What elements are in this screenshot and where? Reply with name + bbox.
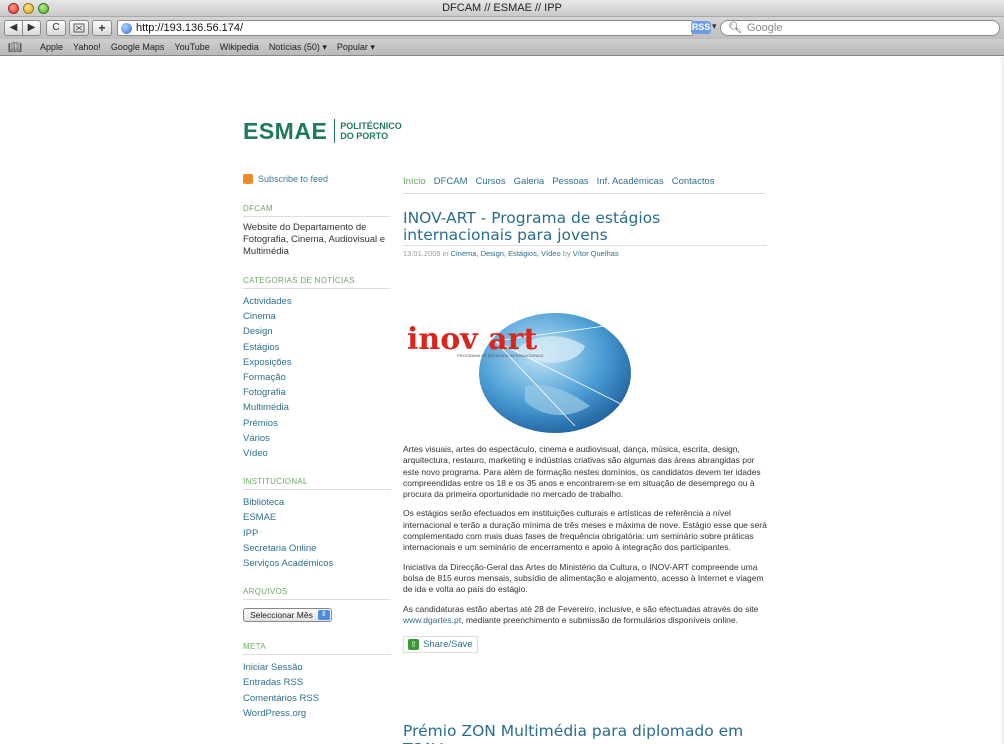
bookmark-item[interactable]: Google Maps [111,42,165,53]
post-paragraph-text: , mediante preenchimento e submissão de … [461,614,738,625]
site-logo[interactable]: ESMAE POLITÉCNICO DO PORTO [243,119,402,143]
nav-item-cursos[interactable]: Cursos [476,176,506,187]
post-paragraph: Artes visuais, artes do espectáculo, cin… [403,444,761,500]
category-link[interactable]: Vídeo [243,446,391,461]
window-title: DFCAM // ESMAE // IPP [442,2,562,14]
add-bookmark-button[interactable]: + [92,20,112,36]
archive-month-value: Seleccionar Mês [250,610,313,621]
category-link[interactable]: Fotografia [243,385,391,400]
select-arrows-icon: ⇕ [317,610,330,621]
rss-dropdown-icon[interactable]: ▾ [712,21,717,32]
bookmark-item[interactable]: Wikipedia [220,42,259,53]
post-paragraph: As candidaturas estão abertas até 28 de … [403,604,767,627]
sidebar: Subscribe to feed DFCAM Website do Depar… [243,174,391,737]
share-icon: ⇪ [408,639,419,651]
bookmark-item[interactable]: Apple [40,42,63,53]
bookmark-item[interactable]: YouTube [174,42,209,53]
nav-item-galeria[interactable]: Galeria [514,176,545,187]
categorias-list: Actividades Cinema Design Estágios Expos… [243,294,391,461]
post-paragraph: Iniciativa da Direcção-Geral das Artes d… [403,561,764,595]
bookmarks-book-icon[interactable]: 📖︎ [8,41,22,54]
category-link[interactable]: Exposições [243,355,391,370]
category-link[interactable]: Design [243,324,391,339]
subscribe-feed-link[interactable]: Subscribe to feed [243,174,391,184]
forward-button[interactable]: ▶ [22,20,41,36]
inov-art-image: inov art PROGRAMA DE ESTÁGIOS INTERNACIO… [407,313,631,433]
back-button[interactable]: ◀ [4,20,23,36]
sidebar-heading-meta: META [243,642,391,656]
search-placeholder: Google [747,22,783,34]
category-link[interactable]: Estágios [243,340,391,355]
address-bar[interactable]: http://193.136.56.174/ [117,20,693,36]
bookmark-item[interactable]: Notícias (50) ▾ [269,42,327,53]
post-paragraph-text: As candidaturas estão abertas até 28 de … [403,603,759,614]
post-meta: 13.01.2009 in Cinema, Design, Estágios, … [403,249,767,258]
category-link[interactable]: Actividades [243,294,391,309]
logo-sub-line2: DO PORTO [340,131,389,141]
search-field[interactable]: 🔍︎ Google [720,20,1000,36]
reload-button[interactable]: C [46,20,66,36]
institucional-link[interactable]: Secretaria Online [243,541,391,556]
bookmark-item[interactable]: Yahoo! [73,42,101,53]
institucional-link[interactable]: IPP [243,526,391,541]
post-body: Artes visuais, artes do espectáculo, cin… [403,444,767,654]
main-nav: Início DFCAM Cursos Galeria Pessoas Inf.… [403,176,765,194]
sidebar-heading-institucional: INSTITUCIONAL [243,477,391,491]
browser-toolbar: ◀ ▶ C + http://193.136.56.174/ RSS ▾ 🔍︎ … [0,17,1004,39]
share-save-button[interactable]: ⇪ Share/Save [403,636,478,654]
nav-item-inicio[interactable]: Início [403,176,426,187]
meta-link[interactable]: Entradas RSS [243,675,391,690]
category-link[interactable]: Formação [243,370,391,385]
snapback-button[interactable] [69,20,89,36]
logo-main-text: ESMAE [243,118,328,144]
bookmarks-list: Apple Yahoo! Google Maps YouTube Wikiped… [40,42,375,53]
institucional-link[interactable]: Serviços Académicos [243,556,391,571]
sidebar-heading-categorias: CATEGORIAS DE NOTÍCIAS [243,276,391,289]
rss-feed-icon [243,174,253,184]
inov-art-logo-text: inov art [407,322,537,357]
meta-link[interactable]: WordPress.org [243,706,391,721]
nav-item-dfcam[interactable]: DFCAM [434,176,468,187]
post-by: by [562,249,571,258]
archive-month-select[interactable]: Seleccionar Mês ⇕ [243,608,332,623]
post-date: 13.01.2009 in [403,249,449,258]
globe-icon [121,23,132,34]
nav-item-pessoas[interactable]: Pessoas [552,176,588,187]
snapback-icon [73,23,85,33]
logo-divider [334,119,336,143]
post-header: INOV-ART - Programa de estágios internac… [403,210,767,258]
institucional-list: Biblioteca ESMAE IPP Secretaria Online S… [243,495,391,571]
address-url: http://193.136.56.174/ [136,22,244,34]
subscribe-feed-label: Subscribe to feed [258,174,329,184]
inov-art-logo-subtext: PROGRAMA DE ESTÁGIOS INTERNACIONAIS [457,353,544,358]
meta-list: Iniciar Sessão Entradas RSS Comentários … [243,660,391,721]
nav-item-inf-academicas[interactable]: Inf. Académicas [597,176,664,187]
category-link[interactable]: Prémios [243,416,391,431]
category-link[interactable]: Cinema [243,309,391,324]
category-link[interactable]: Vários [243,431,391,446]
bookmark-item[interactable]: Popular ▾ [337,42,375,53]
bookmarks-bar: 📖︎ Apple Yahoo! Google Maps YouTube Wiki… [0,39,1004,56]
post2-title[interactable]: Prémio ZON Multimédia para diplomado em … [403,722,767,744]
nav-item-contactos[interactable]: Contactos [672,176,715,187]
logo-sub-line1: POLITÉCNICO [340,121,402,131]
institucional-link[interactable]: Biblioteca [243,495,391,510]
meta-link[interactable]: Iniciar Sessão [243,660,391,675]
post-title[interactable]: INOV-ART - Programa de estágios internac… [403,210,767,246]
logo-sub-text: POLITÉCNICO DO PORTO [340,119,402,141]
meta-link[interactable]: Comentários RSS [243,691,391,706]
window-titlebar: DFCAM // ESMAE // IPP [0,0,1004,17]
post-author[interactable]: Vítor Quelhas [573,249,619,258]
rss-button[interactable]: RSS [691,21,711,34]
search-icon: 🔍︎ [728,22,742,34]
post-categories[interactable]: Cinema, Design, Estágios, Vídeo [451,249,561,258]
sidebar-description: Website do Departamento de Fotografia, C… [243,222,386,257]
sidebar-heading-dfcam: DFCAM [243,204,391,217]
post-paragraph: Os estágios serão efectuados em institui… [403,508,767,553]
share-label: Share/Save [423,639,473,651]
category-link[interactable]: Multimédia [243,400,391,415]
institucional-link[interactable]: ESMAE [243,510,391,525]
dgartes-link[interactable]: www.dgartes.pt [403,615,461,625]
sidebar-heading-arquivos: ARQUIVOS [243,587,391,601]
